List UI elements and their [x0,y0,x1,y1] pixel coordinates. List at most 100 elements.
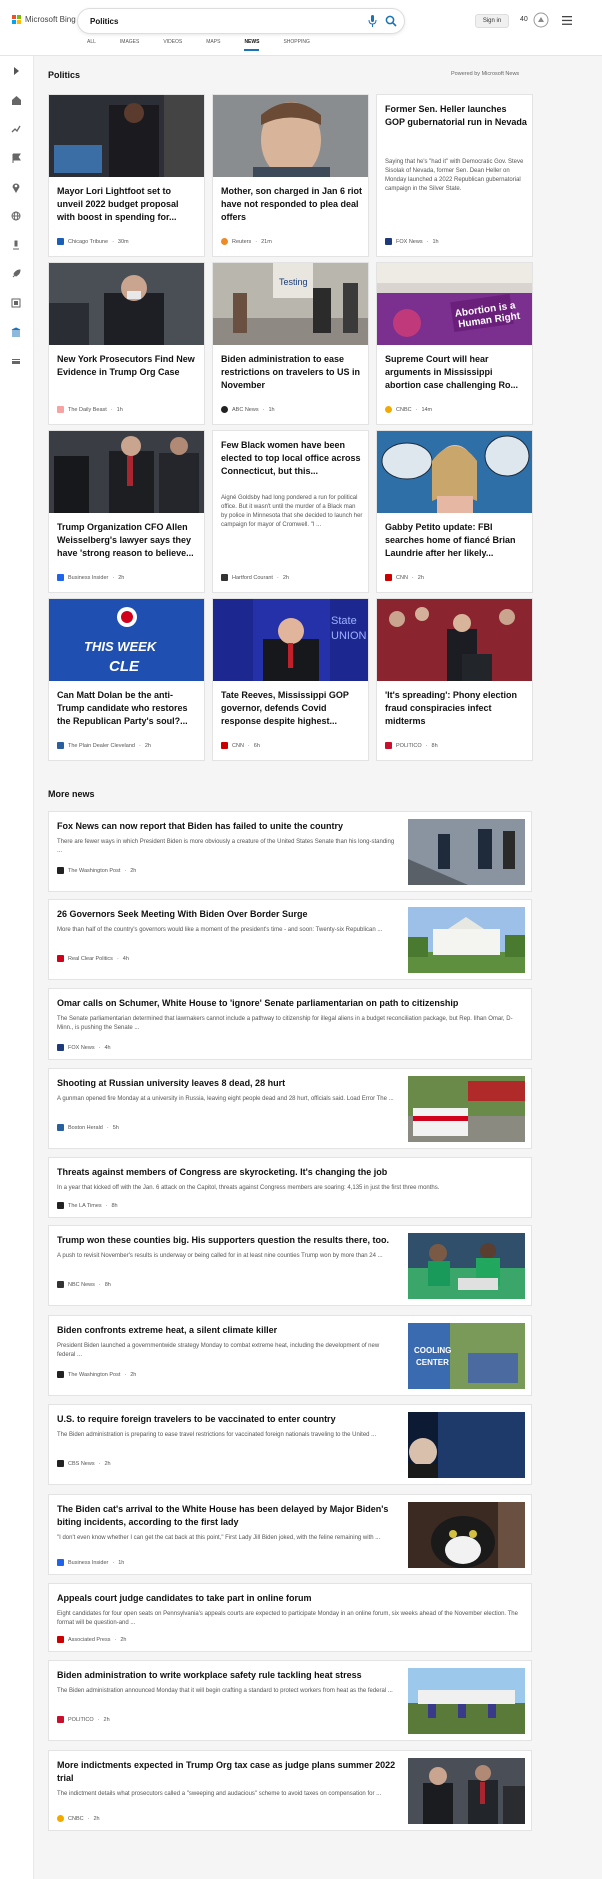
card-title[interactable]: 'It's spreading': Phony election fraud c… [385,689,527,741]
news-title[interactable]: U.S. to require foreign travelers to be … [57,1413,397,1426]
source-name: Reuters [232,238,252,245]
news-card[interactable]: Former Sen. Heller launches GOP gubernat… [376,94,533,257]
news-title[interactable]: The Biden cat's arrival to the White Hou… [57,1503,397,1529]
globe-icon[interactable] [11,211,21,221]
search-input[interactable] [90,9,330,33]
source-logo-icon [385,406,392,413]
time-ago: 1h [268,406,275,413]
tab-maps[interactable]: MAPS [206,39,220,51]
card-title[interactable]: Biden administration to ease restriction… [221,353,363,405]
news-card[interactable]: Mayor Lori Lightfoot set to unveil 2022 … [48,94,205,257]
card-title[interactable]: Mayor Lori Lightfoot set to unveil 2022 … [57,185,199,237]
card-title[interactable]: Tate Reeves, Mississippi GOP governor, d… [221,689,363,741]
logo-text: Microsoft Bing [25,15,76,24]
source-name: The LA Times [68,1202,102,1209]
more-news-heading: More news [48,789,95,799]
news-title[interactable]: Omar calls on Schumer, White House to 'i… [57,997,527,1010]
source-name: The Daily Beast [68,406,107,413]
tab-news[interactable]: NEWS [244,39,260,51]
search-icon[interactable] [385,15,397,27]
news-list-item[interactable]: Fox News can now report that Biden has f… [48,811,532,892]
news-card[interactable]: Few Black women have been elected to top… [212,430,369,593]
card-title[interactable]: New York Prosecutors Find New Evidence i… [57,353,199,405]
time-ago: 8h [111,1202,118,1209]
news-card[interactable]: State UNION Tate Reeves, Mississippi GOP … [212,598,369,761]
news-title[interactable]: Biden administration to write workplace … [57,1669,397,1682]
news-list-item[interactable]: The Biden cat's arrival to the White Hou… [48,1494,532,1575]
news-thumbnail [408,819,525,885]
news-image: THIS WEEK CLE [49,599,204,681]
news-list-item[interactable]: Omar calls on Schumer, White House to 'i… [48,988,532,1060]
time-ago: 6h [253,742,260,749]
card-source: CNN · 2h [385,574,424,581]
news-title[interactable]: Biden confronts extreme heat, a silent c… [57,1324,397,1337]
source-logo-icon [57,1815,64,1822]
card-title[interactable]: Trump Organization CFO Allen Weisselberg… [57,521,199,573]
expand-icon[interactable] [11,66,21,76]
card-source: Business Insider · 2h [57,574,124,581]
news-image [49,431,204,513]
source-logo-icon [57,867,64,874]
news-card[interactable]: Gabby Petito update: FBI searches home o… [376,430,533,593]
news-source: Real Clear Politics · 4h [57,955,129,962]
search-box[interactable] [78,9,404,33]
powered-by[interactable]: Powered by Microsoft News [451,71,519,77]
news-title[interactable]: Shooting at Russian university leaves 8 … [57,1077,397,1090]
news-title[interactable]: 26 Governors Seek Meeting With Biden Ove… [57,908,397,921]
news-list-item[interactable]: Threats against members of Congress are … [48,1157,532,1218]
news-list-item[interactable]: U.S. to require foreign travelers to be … [48,1404,532,1485]
news-card[interactable]: Mother, son charged in Jan 6 riot have n… [212,94,369,257]
news-list-item[interactable]: Trump won these counties big. His suppor… [48,1225,532,1306]
news-list-item[interactable]: Biden confronts extreme heat, a silent c… [48,1315,532,1396]
money-icon[interactable] [11,356,21,366]
source-logo-icon [221,406,228,413]
news-card[interactable]: Testing Biden administration to ease res… [212,262,369,425]
time-ago: 1h [118,1559,125,1566]
source-logo-icon [57,1371,64,1378]
source-logo-icon [385,238,392,245]
politics-building-icon[interactable] [11,327,21,337]
home-icon[interactable] [11,95,22,105]
card-title[interactable]: Mother, son charged in Jan 6 riot have n… [221,185,363,237]
news-title[interactable]: More indictments expected in Trump Org t… [57,1759,397,1785]
news-card[interactable]: THIS WEEK CLE Can Matt Dolan be the anti-… [48,598,205,761]
tab-videos[interactable]: VIDEOS [163,39,182,51]
news-list-item[interactable]: Shooting at Russian university leaves 8 … [48,1068,532,1149]
time-ago: 1h [432,238,439,245]
rewards-icon[interactable] [533,12,549,28]
news-card[interactable]: 'It's spreading': Phony election fraud c… [376,598,533,761]
news-title[interactable]: Threats against members of Congress are … [57,1166,527,1179]
microphone-icon[interactable] [368,15,377,27]
news-list-item[interactable]: Biden administration to write workplace … [48,1660,532,1741]
microscope-icon[interactable] [11,240,21,250]
menu-icon[interactable] [562,16,572,25]
news-list-item[interactable]: More indictments expected in Trump Org t… [48,1750,532,1831]
location-icon[interactable] [11,182,21,193]
news-title[interactable]: Trump won these counties big. His suppor… [57,1234,397,1247]
sign-in-button[interactable]: Sign in [475,14,509,28]
tab-images[interactable]: IMAGES [120,39,139,51]
rocket-icon[interactable] [11,269,21,279]
card-title[interactable]: Supreme Court will hear arguments in Mis… [385,353,527,405]
news-card[interactable]: Trump Organization CFO Allen Weisselberg… [48,430,205,593]
source-name: FOX News [396,238,423,245]
news-title[interactable]: Fox News can now report that Biden has f… [57,820,397,833]
card-title[interactable]: Few Black women have been elected to top… [221,439,363,487]
rewards-points[interactable]: 40 [520,16,528,23]
bing-logo[interactable]: Microsoft Bing [12,15,76,24]
card-title[interactable]: Gabby Petito update: FBI searches home o… [385,521,527,573]
news-source: Business Insider · 1h [57,1559,124,1566]
news-list-item[interactable]: Appeals court judge candidates to take p… [48,1583,532,1652]
news-card[interactable]: Abortion is a Human Right Supreme Court w… [376,262,533,425]
tab-all[interactable]: ALL [87,39,96,51]
news-title[interactable]: Appeals court judge candidates to take p… [57,1592,527,1605]
news-image [377,599,532,681]
card-title[interactable]: Can Matt Dolan be the anti-Trump candida… [57,689,199,741]
card-title[interactable]: Former Sen. Heller launches GOP gubernat… [385,103,527,151]
flag-icon[interactable] [11,153,21,163]
trending-icon[interactable] [11,124,21,134]
news-card[interactable]: New York Prosecutors Find New Evidence i… [48,262,205,425]
tab-shopping[interactable]: SHOPPING [283,39,309,51]
news-list-item[interactable]: 26 Governors Seek Meeting With Biden Ove… [48,899,532,980]
film-icon[interactable] [11,298,21,308]
